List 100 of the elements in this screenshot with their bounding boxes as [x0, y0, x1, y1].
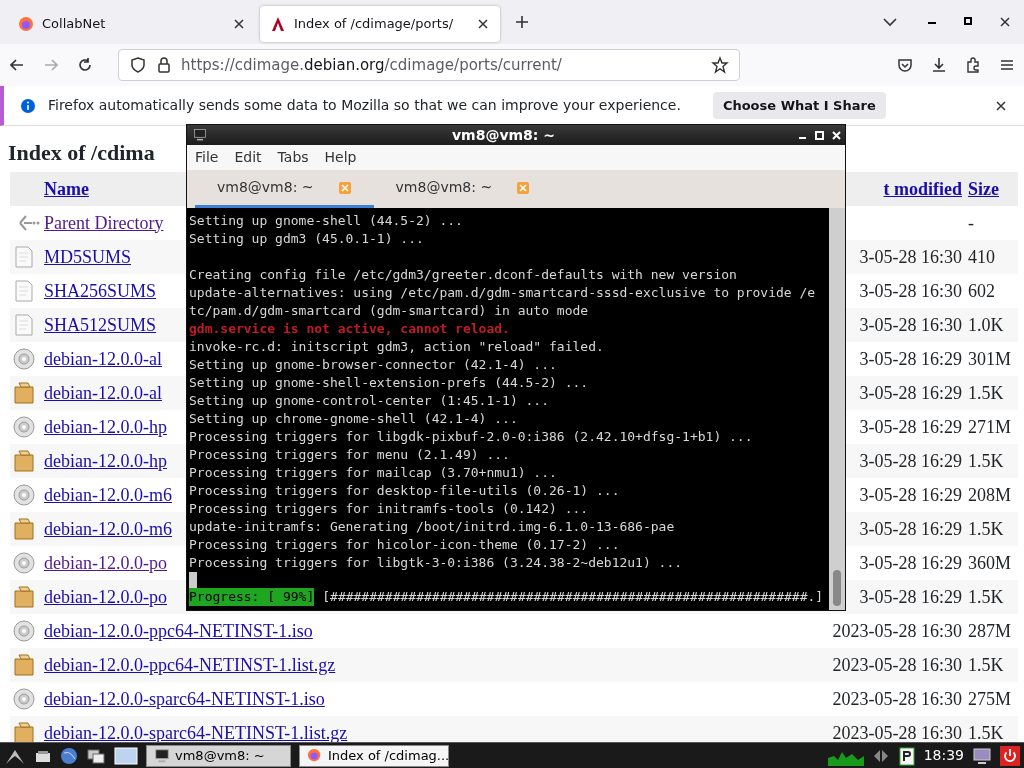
close-icon[interactable] [998, 15, 1012, 29]
file-size: 1.5K [968, 653, 1004, 677]
file-size: 301M [968, 347, 1011, 371]
notification-text: Firefox automatically sends some data to Mozilla so that we can improve your experience. [48, 96, 681, 115]
modified-date: 3-05-28 16:29 [859, 585, 962, 609]
terminal-icon [153, 747, 171, 764]
output-line: Processing triggers for libgtk-3-0:i386 (3.24.38-2~deb12u1) ... [189, 554, 684, 572]
output-line: Creating config file /etc/gdm3/greeter.dconf-defaults with new version [189, 266, 738, 284]
output-line: Processing triggers for initramfs-tools (0.142) ... [189, 500, 590, 518]
modified-date: 2023-05-28 16:30 [832, 653, 962, 677]
file-link[interactable]: debian-12.0.0-hp [44, 413, 167, 441]
clock[interactable]: 18:39 [923, 745, 964, 766]
file-link[interactable]: Parent Directory [44, 209, 164, 237]
file-link[interactable]: debian-12.0.0-m6 [44, 515, 172, 543]
workspace-icon[interactable] [114, 745, 138, 766]
taskbar-button[interactable]: vm8@vm8: ~ [146, 744, 291, 767]
progress-bar-text: [#############################################################.] [322, 588, 824, 606]
modified-date: 2023-05-28 16:30 [832, 619, 962, 643]
error-line: gdm.service is not active, cannot reload. [189, 320, 511, 338]
file-size: 275M [968, 687, 1011, 711]
address-bar[interactable]: https://cdimage.debian.org/cdimage/ports/current/ [118, 49, 740, 81]
file-link[interactable]: debian-12.0.0-sparc64-NETINST-1.list.gz [44, 719, 348, 744]
power-icon[interactable] [1000, 745, 1020, 766]
output-line: Processing triggers for libgdk-pixbuf-2.0-0:i386 (2.42.10+dfsg-1+b1) ... [189, 428, 754, 446]
file-link[interactable]: debian-12.0.0-hp [44, 447, 167, 475]
choose-share-button[interactable]: Choose What I Share [712, 91, 886, 120]
modified-date: 3-05-28 16:29 [859, 551, 962, 575]
menu-item[interactable]: File [195, 147, 219, 168]
close-icon[interactable] [832, 130, 841, 140]
file-size: 287M [968, 619, 1011, 643]
file-link[interactable]: debian-12.0.0-ppc64-NETINST-1.list.gz [44, 651, 336, 679]
scrollbar[interactable] [829, 208, 845, 610]
file-link[interactable]: debian-12.0.0-m6 [44, 481, 172, 509]
window-title: vm8@vm8: ~ [451, 125, 556, 145]
output-line: invoke-rc.d: initscript gdm3, action "reload" failed. [189, 338, 605, 356]
progress-label: Progress: [ 99%] [189, 588, 315, 606]
clipboard-icon[interactable] [897, 745, 916, 766]
menu-item[interactable]: Tabs [277, 147, 309, 168]
download-icon[interactable] [930, 56, 948, 74]
url-text: https://cdimage.debian.org/cdimage/ports/current/ [181, 54, 563, 76]
file-link[interactable]: debian-12.0.0-sparc64-NETINST-1.iso [44, 685, 325, 713]
output-line: Processing triggers for mailcap (3.70+nmu1) ... [189, 464, 558, 482]
close-icon[interactable] [476, 17, 490, 31]
page-heading: Index of /cdima [8, 140, 155, 165]
globe-icon[interactable] [60, 746, 78, 765]
output-line: Setting up gnome-shell-extension-prefs (44.5-2) ... [189, 374, 590, 392]
close-icon[interactable] [994, 98, 1008, 113]
maximize-icon[interactable] [815, 130, 824, 140]
close-icon[interactable] [232, 17, 246, 31]
file-size: - [968, 211, 974, 235]
reload-icon[interactable] [76, 56, 94, 74]
file-link[interactable]: debian-12.0.0-al [44, 345, 162, 373]
text-cursor [189, 572, 197, 588]
file-link[interactable]: debian-12.0.0-po [44, 549, 167, 577]
output-line: Setting up chrome-gnome-shell (42.1-4) ... [189, 410, 519, 428]
menu-item[interactable]: Help [324, 147, 357, 168]
terminal-tab[interactable]: vm8@vm8: ~ [373, 170, 553, 208]
tab-title: CollabNet [42, 15, 107, 34]
file-link[interactable]: SHA512SUMS [44, 311, 157, 339]
modified-date: 3-05-28 16:30 [859, 279, 962, 303]
output-line: Setting up gnome-browser-connector (42.1-4) ... [189, 356, 558, 374]
star-icon[interactable] [711, 56, 729, 74]
monitor-icon[interactable] [972, 746, 992, 765]
column-header-link[interactable]: t modified [883, 175, 962, 203]
output-line: Setting up gnome-control-center (1:45.1-1) ... [189, 392, 551, 410]
file-size: 1.5K [968, 721, 1004, 744]
maximize-icon[interactable] [962, 15, 974, 27]
output-line: tc/pam.d/gdm-smartcard (gdm-smartcard) in auto mode [189, 302, 590, 320]
firefox-icon [18, 16, 34, 32]
terminal-icon [191, 128, 209, 142]
modified-date: 3-05-28 16:30 [859, 245, 962, 269]
menu-item[interactable]: Edit [234, 147, 262, 168]
file-link[interactable]: debian-12.0.0-po [44, 583, 167, 611]
extensions-icon[interactable] [964, 56, 982, 74]
browser-tab[interactable]: Index of /cdimage/ports/ [260, 6, 500, 42]
file-size: 1.5K [968, 381, 1004, 405]
file-size: 208M [968, 483, 1011, 507]
browser-tab[interactable]: CollabNet [8, 6, 256, 42]
column-header-link[interactable]: Name [44, 175, 89, 203]
output-line: Setting up gdm3 (45.0.1-1) ... [189, 230, 425, 248]
modified-date: 2023-05-28 16:30 [832, 687, 962, 711]
new-tab-icon[interactable] [514, 14, 530, 30]
file-link[interactable]: debian-12.0.0-ppc64-NETINST-1.iso [44, 617, 313, 645]
modified-date: 3-05-28 16:29 [859, 449, 962, 473]
modified-date: 3-05-28 16:29 [859, 483, 962, 507]
output-line: Processing triggers for hicolor-icon-theme (0.17-2) ... [189, 536, 621, 554]
column-header-link[interactable]: Size [968, 175, 999, 203]
output-line: Processing triggers for desktop-file-utils (0.26-1) ... [189, 482, 621, 500]
modified-date: 3-05-28 16:29 [859, 415, 962, 439]
file-link[interactable]: MD5SUMS [44, 243, 132, 271]
modified-date: 2023-05-28 16:30 [832, 721, 962, 744]
file-size: 360M [968, 551, 1011, 575]
file-size: 271M [968, 415, 1011, 439]
file-size: 410 [968, 245, 995, 269]
taskbar-button[interactable]: Index of /cdimag... [299, 744, 449, 767]
windows-icon[interactable] [86, 746, 106, 765]
file-link[interactable]: SHA256SUMS [44, 277, 157, 305]
file-link[interactable]: debian-12.0.0-al [44, 379, 162, 407]
pocket-icon[interactable] [896, 56, 914, 74]
output-line: update-initramfs: Generating /boot/initrd.img-6.1.0-13-686-pae [189, 518, 676, 536]
